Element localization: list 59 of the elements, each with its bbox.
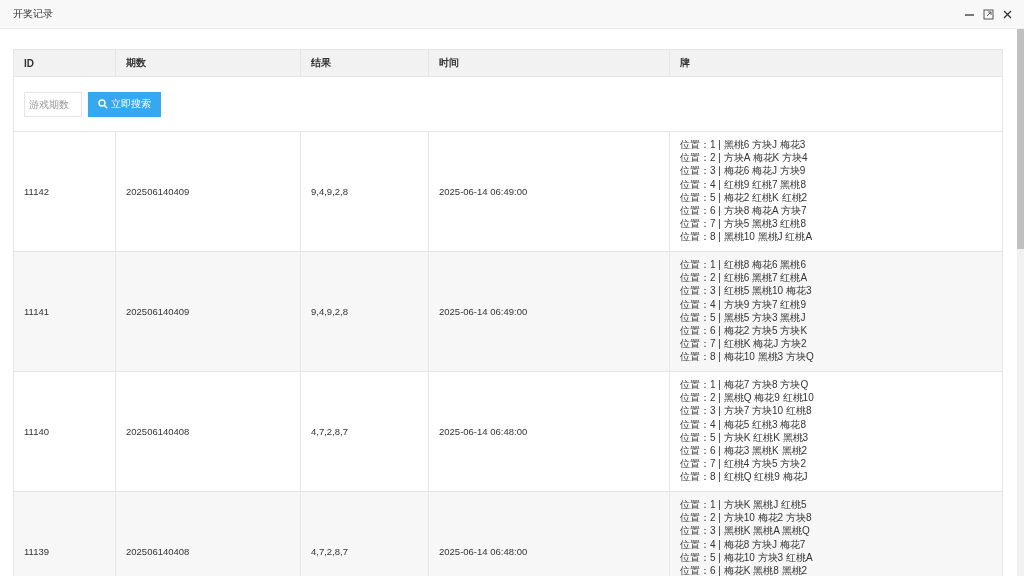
card-line: 位置：2 | 方块A 梅花K 方块4 [680,151,809,165]
table-cell: 2025-06-14 06:49:00 [429,252,670,371]
card-line: 位置：3 | 方块7 方块10 红桃8 [680,404,813,418]
card-line: 位置：7 | 红桃K 梅花J 方块2 [680,337,808,351]
card-line: 位置：3 | 黑桃K 黑桃A 黑桃Q [680,524,811,538]
close-icon [1002,8,1013,20]
search-button[interactable]: 立即搜索 [88,91,161,117]
card-line: 位置：8 | 黑桃10 黑桃J 红桃A [680,230,814,244]
column-header: 期数 [116,50,301,76]
window-title: 开奖记录 [13,7,54,21]
table-cell: 11139 [14,492,116,576]
table-cell: 202506140409 [116,132,301,251]
table-cell: 202506140409 [116,252,301,371]
card-line: 位置：5 | 梅花2 红桃K 红桃2 [680,190,809,204]
scrollbar[interactable] [1017,29,1024,576]
table-cell: 11141 [14,252,116,371]
card-line: 位置：1 | 黑桃6 方块J 梅花3 [680,138,807,152]
search-icon [98,99,108,109]
card-line: 位置：2 | 红桃6 黑桃7 红桃A [680,271,809,285]
card-line: 位置：5 | 黑桃5 方块3 黑桃J [680,310,807,324]
card-line: 位置：6 | 梅花2 方块5 方块K [680,324,809,338]
table-cell: 202506140408 [116,372,301,491]
maximize-button[interactable] [982,7,995,21]
card-line: 位置：6 | 方块8 梅花A 方块7 [680,204,808,218]
card-line: 位置：1 | 红桃8 梅花6 黑桃6 [680,258,807,272]
card-line: 位置：3 | 红桃5 黑桃10 梅花3 [680,284,813,298]
column-header: ID [14,50,116,76]
table-cell: 2025-06-14 06:49:00 [429,132,670,251]
card-line: 位置：5 | 方块K 红桃K 黑桃3 [680,430,810,444]
table-cell: 11140 [14,372,116,491]
table-cell: 4,7,2,8,7 [301,492,429,576]
column-header: 时间 [429,50,670,76]
table-cell: 2025-06-14 06:48:00 [429,492,670,576]
card-line: 位置：2 | 方块10 梅花2 方块8 [680,511,813,525]
card-line: 位置：1 | 梅花7 方块8 方块Q [680,378,810,392]
table-cell: 9,4,9,2,8 [301,252,429,371]
card-line: 位置：3 | 梅花6 梅花J 方块9 [680,164,807,178]
card-line: 位置：5 | 梅花10 方块3 红桃A [680,550,814,564]
table-cell: 2025-06-14 06:48:00 [429,372,670,491]
card-line: 位置：8 | 红桃Q 红桃9 梅花J [680,470,809,484]
card-line: 位置：4 | 红桃9 红桃7 黑桃8 [680,177,807,191]
search-field[interactable]: 游戏期数 [24,91,82,117]
table-cell: 202506140408 [116,492,301,576]
column-header: 结果 [301,50,429,76]
card-line: 位置：2 | 黑桃Q 梅花9 红桃10 [680,391,815,405]
table-cell: 4,7,2,8,7 [301,372,429,491]
card-line: 位置：1 | 方块K 黑桃J 红桃5 [680,498,808,512]
card-line: 位置：6 | 梅花K 黑桃8 黑桃2 [680,564,809,576]
table-cell: 11142 [14,132,116,251]
card-line: 位置：6 | 梅花3 黑桃K 黑桃2 [680,444,809,458]
column-header: 牌 [679,56,691,70]
card-line: 位置：7 | 方块5 黑桃3 红桃8 [680,217,807,231]
maximize-icon [983,8,994,20]
card-line: 位置：8 | 梅花10 黑桃3 方块Q [680,350,815,364]
card-line: 位置：7 | 红桃4 方块5 方块2 [680,457,807,471]
card-line: 位置：4 | 梅花5 红桃3 梅花8 [680,417,807,431]
card-line: 位置：4 | 方块9 方块7 红桃9 [680,297,807,311]
table-cell: 9,4,9,2,8 [301,132,429,251]
card-line: 位置：4 | 梅花8 方块J 梅花7 [680,537,807,551]
